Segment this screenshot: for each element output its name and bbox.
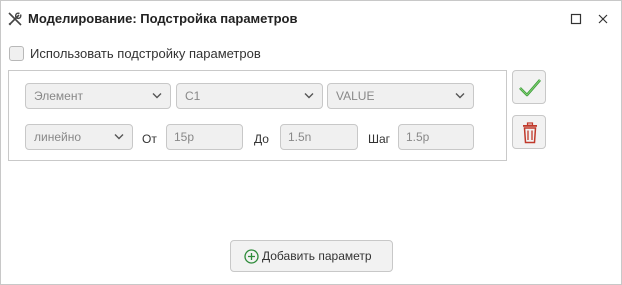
- maximize-button[interactable]: [569, 12, 583, 26]
- add-parameter-label: Добавить параметр: [262, 249, 372, 263]
- step-label: Шаг: [368, 132, 391, 146]
- element-select[interactable]: Элемент: [25, 83, 171, 109]
- to-label: До: [254, 132, 269, 146]
- chevron-down-icon: [114, 134, 124, 140]
- component-select-value: C1: [185, 89, 201, 103]
- step-input-value: 1.5p: [406, 130, 430, 144]
- from-input-value: 15p: [174, 130, 195, 144]
- scale-select-value: линейно: [34, 130, 82, 144]
- trash-icon: [523, 122, 537, 144]
- scale-select[interactable]: линейно: [25, 124, 133, 150]
- tools-icon: [7, 11, 23, 27]
- add-parameter-button[interactable]: Добавить параметр: [230, 240, 393, 272]
- property-select-value: VALUE: [336, 89, 375, 103]
- close-button[interactable]: [596, 12, 610, 26]
- use-tuning-label: Использовать подстройку параметров: [30, 46, 261, 61]
- chevron-down-icon: [152, 93, 162, 99]
- use-tuning-checkbox[interactable]: [9, 46, 24, 61]
- parameter-group: Элемент C1 VALUE линейно От 15p До 1.5n …: [8, 70, 507, 161]
- to-input-value: 1.5n: [288, 130, 312, 144]
- property-select[interactable]: VALUE: [327, 83, 474, 109]
- delete-button[interactable]: [512, 115, 546, 149]
- component-select[interactable]: C1: [176, 83, 323, 109]
- close-icon: [598, 14, 608, 24]
- from-label: От: [142, 132, 157, 146]
- to-input[interactable]: 1.5n: [280, 124, 358, 150]
- checkmark-icon: [519, 79, 541, 97]
- title-bar: Моделирование: Подстройка параметров: [1, 1, 621, 37]
- window-title: Моделирование: Подстройка параметров: [28, 11, 298, 26]
- chevron-down-icon: [304, 93, 314, 99]
- element-select-value: Элемент: [34, 89, 83, 103]
- from-input[interactable]: 15p: [166, 124, 243, 150]
- step-input[interactable]: 1.5p: [398, 124, 474, 150]
- add-circle-icon: [244, 249, 259, 264]
- accept-button[interactable]: [512, 70, 546, 104]
- maximize-icon: [570, 13, 582, 25]
- tuning-dialog: Моделирование: Подстройка параметров Исп…: [0, 0, 622, 285]
- chevron-down-icon: [455, 93, 465, 99]
